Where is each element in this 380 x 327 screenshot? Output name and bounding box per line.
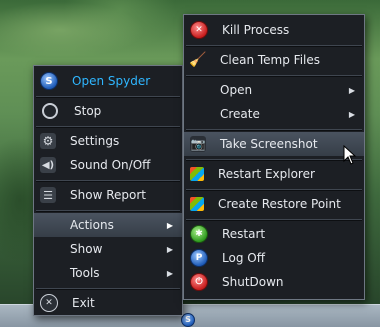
submenu-arrow-icon: ▶ — [166, 220, 173, 230]
menu-item-label: Create Restore Point — [218, 197, 341, 211]
menu-item-restart[interactable]: ✱ Restart — [184, 222, 364, 246]
menu-item-show-report[interactable]: ☰ Show Report — [34, 183, 182, 207]
submenu-arrow-icon: ▶ — [348, 109, 355, 119]
blank-icon — [190, 82, 206, 98]
restore-point-icon — [190, 197, 204, 211]
menu-item-label: ShutDown — [222, 275, 284, 289]
menu-item-sound[interactable]: ◀) Sound On/Off — [34, 153, 182, 177]
menu-item-label: Restart Explorer — [218, 167, 315, 181]
mouse-cursor-icon — [343, 145, 357, 165]
exit-icon: ✕ — [40, 294, 58, 312]
explorer-icon — [190, 167, 204, 181]
list-icon: ☰ — [40, 187, 56, 203]
camera-icon: 📷 — [190, 136, 206, 152]
broom-icon: 🧹 — [189, 52, 207, 68]
menu-item-label: Show — [70, 242, 103, 256]
menu-item-label: Tools — [70, 266, 100, 280]
blank-icon — [190, 106, 206, 122]
menu-item-label: Settings — [70, 134, 120, 148]
kill-process-icon: ✕ — [190, 21, 208, 39]
menu-item-log-off[interactable]: P Log Off — [184, 246, 364, 270]
submenu-arrow-icon: ▶ — [166, 268, 173, 278]
menu-separator — [36, 210, 180, 212]
blank-icon — [40, 241, 56, 257]
blank-icon — [40, 217, 56, 233]
menu-separator — [186, 45, 362, 47]
menu-item-create[interactable]: Create ▶ — [184, 102, 364, 126]
menu-item-take-screenshot[interactable]: 📷 Take Screenshot — [184, 132, 364, 156]
menu-separator — [186, 75, 362, 77]
menu-item-open-spyder[interactable]: S Open Spyder — [34, 69, 182, 93]
menu-item-label: Take Screenshot — [220, 137, 318, 151]
log-off-icon: P — [190, 249, 208, 267]
menu-separator — [36, 96, 180, 98]
menu-item-label: Open — [220, 83, 253, 97]
spyder-logo-icon: S — [40, 72, 58, 90]
blank-icon — [40, 265, 56, 281]
menu-item-label: Kill Process — [222, 23, 290, 37]
stop-icon — [42, 103, 58, 119]
menu-item-create-restore-point[interactable]: Create Restore Point — [184, 192, 364, 216]
menu-item-clean-temp[interactable]: 🧹 Clean Temp Files — [184, 48, 364, 72]
menu-item-label: Create — [220, 107, 260, 121]
spyder-context-menu: S Open Spyder Stop ⚙ Settings ◀) Sound O… — [33, 65, 183, 316]
menu-item-label: Open Spyder — [72, 74, 151, 88]
menu-item-label: Restart — [222, 227, 266, 241]
submenu-arrow-icon: ▶ — [166, 244, 173, 254]
menu-item-label: Exit — [72, 296, 95, 310]
shutdown-icon: ⏻ — [190, 273, 208, 291]
menu-item-label: Actions — [70, 218, 114, 232]
menu-item-exit[interactable]: ✕ Exit — [34, 291, 182, 315]
menu-item-kill-process[interactable]: ✕ Kill Process — [184, 18, 364, 42]
menu-item-restart-explorer[interactable]: Restart Explorer — [184, 162, 364, 186]
menu-separator — [186, 219, 362, 221]
menu-item-label: Clean Temp Files — [220, 53, 320, 67]
submenu-arrow-icon: ▶ — [348, 85, 355, 95]
menu-item-label: Sound On/Off — [70, 158, 151, 172]
menu-separator — [36, 180, 180, 182]
menu-separator — [36, 288, 180, 290]
menu-item-stop[interactable]: Stop — [34, 99, 182, 123]
menu-item-actions[interactable]: Actions ▶ — [34, 213, 182, 237]
menu-item-label: Stop — [74, 104, 102, 118]
menu-separator — [36, 126, 180, 128]
menu-separator — [186, 129, 362, 131]
menu-item-show[interactable]: Show ▶ — [34, 237, 182, 261]
menu-item-label: Log Off — [222, 251, 265, 265]
menu-separator — [186, 189, 362, 191]
menu-item-open[interactable]: Open ▶ — [184, 78, 364, 102]
menu-item-tools[interactable]: Tools ▶ — [34, 261, 182, 285]
menu-item-settings[interactable]: ⚙ Settings — [34, 129, 182, 153]
restart-icon: ✱ — [190, 225, 208, 243]
spyder-tray-icon[interactable]: S — [181, 313, 195, 327]
menu-item-label: Show Report — [70, 188, 146, 202]
speaker-icon: ◀) — [40, 157, 56, 173]
gear-icon: ⚙ — [40, 133, 56, 149]
menu-item-shutdown[interactable]: ⏻ ShutDown — [184, 270, 364, 294]
actions-submenu: ✕ Kill Process 🧹 Clean Temp Files Open ▶… — [183, 14, 365, 300]
menu-separator — [186, 159, 362, 161]
